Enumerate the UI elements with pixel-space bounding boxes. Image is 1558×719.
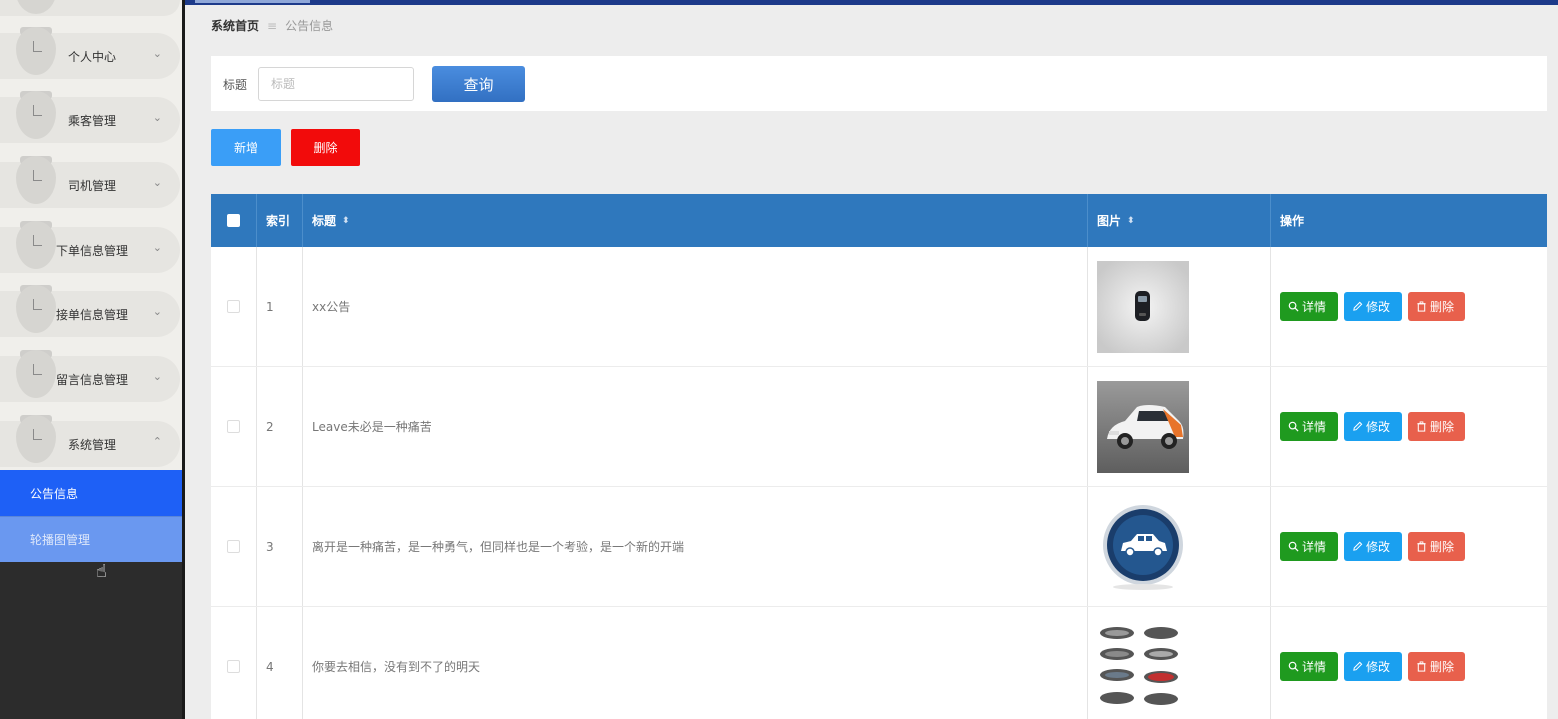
pencil-icon <box>1353 421 1363 431</box>
trash-icon <box>1417 421 1426 432</box>
table-row: 1 xx公告 详情 修改 删除 <box>211 247 1547 367</box>
detail-button[interactable]: 详情 <box>1280 652 1338 681</box>
row-title: 离开是一种痛苦，是一种勇气，但同样也是一个考验，是一个新的开端 <box>312 540 685 554</box>
sidebar-top-cap <box>0 0 180 16</box>
sidebar-item-accept-info[interactable]: 接单信息管理 ⌄ <box>0 285 180 337</box>
sidebar-item-message-info[interactable]: 留言信息管理 ⌄ <box>0 350 180 402</box>
sidebar-item-personal-center[interactable]: 个人中心 ⌄ <box>0 27 180 79</box>
header-ops: 操作 <box>1280 214 1305 228</box>
table-row: 4 你要去相信，没有到不了的明天 详情 修改 删除 <box>211 607 1547 719</box>
row-checkbox[interactable] <box>227 300 240 313</box>
row-index: 3 <box>266 539 274 554</box>
search-label: 标题 <box>223 78 248 92</box>
sidebar-item-system[interactable]: 系统管理 ⌃ <box>0 415 180 467</box>
header-title[interactable]: 标题 <box>312 212 336 229</box>
chevron-down-icon: ⌄ <box>152 370 162 383</box>
search-icon <box>1288 661 1299 672</box>
trash-icon <box>1417 541 1426 552</box>
remove-button[interactable]: 删除 <box>1408 292 1465 321</box>
top-tab-indicator <box>195 0 310 3</box>
row-index: 2 <box>266 419 274 434</box>
chevron-down-icon: ⌄ <box>152 176 162 189</box>
detail-button[interactable]: 详情 <box>1280 532 1338 561</box>
detail-button[interactable]: 详情 <box>1280 412 1338 441</box>
row-title: 你要去相信，没有到不了的明天 <box>312 660 481 674</box>
select-all-checkbox[interactable] <box>227 214 240 227</box>
query-button[interactable]: 查询 <box>432 66 525 102</box>
search-input[interactable] <box>258 67 414 101</box>
trash-icon <box>1417 301 1426 312</box>
notice-table: 索引 标题 ⬍ 图片 ⬍ 操作 1 xx公告 详情 修改 删除 2 Leave未… <box>211 194 1547 719</box>
row-checkbox[interactable] <box>227 660 240 673</box>
sidebar-footer <box>0 562 182 719</box>
table-row: 3 离开是一种痛苦，是一种勇气，但同样也是一个考验，是一个新的开端 详情 修改 … <box>211 487 1547 607</box>
row-thumbnail[interactable] <box>1097 500 1189 593</box>
chevron-up-icon: ⌃ <box>152 435 162 448</box>
sidebar-subitem-carousel[interactable]: 轮播图管理 <box>0 516 182 562</box>
edit-button[interactable]: 修改 <box>1344 292 1402 321</box>
chevron-down-icon: ⌄ <box>152 305 162 318</box>
search-card: 标题 查询 <box>211 56 1547 111</box>
pencil-icon <box>1353 661 1363 671</box>
chevron-down-icon: ⌄ <box>152 111 162 124</box>
edit-button[interactable]: 修改 <box>1344 532 1402 561</box>
hand-cursor-icon: ☝ <box>96 561 107 582</box>
row-checkbox[interactable] <box>227 420 240 433</box>
search-icon <box>1288 541 1299 552</box>
sidebar-item-order-info[interactable]: 下单信息管理 ⌄ <box>0 221 180 273</box>
remove-button[interactable]: 删除 <box>1408 652 1465 681</box>
pencil-icon <box>1353 301 1363 311</box>
remove-button[interactable]: 删除 <box>1408 532 1465 561</box>
trash-icon <box>1417 661 1426 672</box>
header-image[interactable]: 图片 <box>1097 212 1121 229</box>
pencil-icon <box>1353 541 1363 551</box>
edit-button[interactable]: 修改 <box>1344 652 1402 681</box>
edit-button[interactable]: 修改 <box>1344 412 1402 441</box>
breadcrumb-separator: ≡ <box>267 18 278 33</box>
sidebar-subitem-notice[interactable]: 公告信息 <box>0 470 182 516</box>
chevron-down-icon: ⌄ <box>152 47 162 60</box>
row-title: Leave未必是一种痛苦 <box>312 420 432 434</box>
sidebar-item-passenger[interactable]: 乘客管理 ⌄ <box>0 91 180 143</box>
row-thumbnail[interactable] <box>1097 380 1189 473</box>
sidebar: 个人中心 ⌄ 乘客管理 ⌄ 司机管理 ⌄ 下单信息管理 ⌄ 接单信息管理 ⌄ 留… <box>0 0 182 719</box>
breadcrumb: 系统首页 ≡ 公告信息 <box>211 17 333 34</box>
sidebar-item-driver[interactable]: 司机管理 ⌄ <box>0 156 180 208</box>
row-title: xx公告 <box>312 300 351 314</box>
sort-icon[interactable]: ⬍ <box>342 216 350 226</box>
row-thumbnail[interactable] <box>1097 260 1189 353</box>
sidebar-subitem-label: 公告信息 <box>30 486 79 501</box>
row-index: 1 <box>266 299 274 314</box>
row-thumbnail[interactable] <box>1097 620 1189 713</box>
add-button[interactable]: 新增 <box>211 129 281 166</box>
top-bar <box>185 0 1558 5</box>
sort-icon[interactable]: ⬍ <box>1127 216 1135 226</box>
chevron-down-icon: ⌄ <box>152 241 162 254</box>
remove-button[interactable]: 删除 <box>1408 412 1465 441</box>
search-icon <box>1288 301 1299 312</box>
breadcrumb-home[interactable]: 系统首页 <box>211 17 259 34</box>
delete-button[interactable]: 删除 <box>291 129 360 166</box>
sidebar-subitem-label: 轮播图管理 <box>30 533 91 547</box>
header-index: 索引 <box>266 214 291 228</box>
search-icon <box>1288 421 1299 432</box>
table-row: 2 Leave未必是一种痛苦 详情 修改 删除 <box>211 367 1547 487</box>
detail-button[interactable]: 详情 <box>1280 292 1338 321</box>
table-header: 索引 标题 ⬍ 图片 ⬍ 操作 <box>211 194 1547 247</box>
row-checkbox[interactable] <box>227 540 240 553</box>
breadcrumb-current: 公告信息 <box>285 19 334 33</box>
row-index: 4 <box>266 659 274 674</box>
main-content: 系统首页 ≡ 公告信息 标题 查询 新增 删除 索引 标题 ⬍ 图片 ⬍ 操作 1 … <box>182 0 1558 719</box>
